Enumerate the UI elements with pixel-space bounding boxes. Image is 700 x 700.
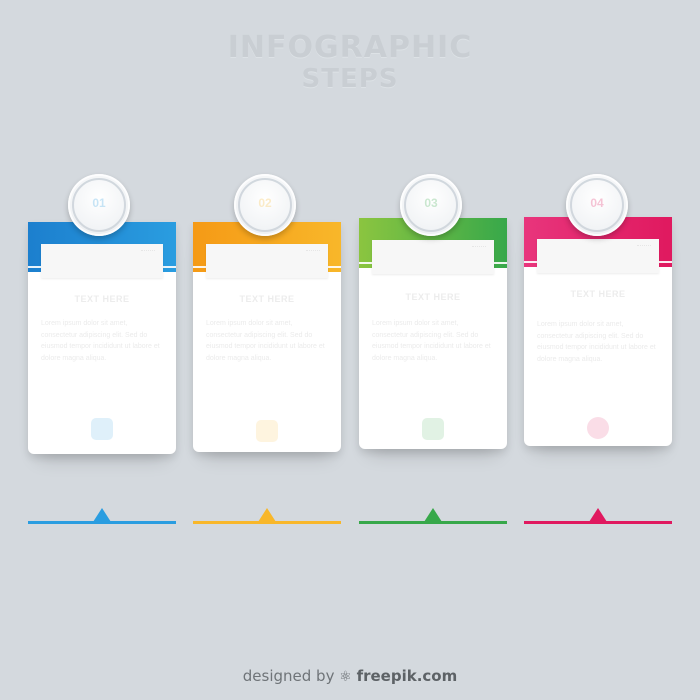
step-pointer-2 [258, 508, 276, 522]
step-title-4: TEXT HERE [570, 289, 626, 299]
infographic-title: INFOGRAPHIC [227, 30, 473, 65]
step-circle-4: 04 [566, 174, 628, 236]
credit-brand: freepik.com [356, 667, 458, 685]
step-card-3: TEXT HERE Lorem ipsum dolor sit amet, co… [359, 218, 507, 449]
step-number-1: 01 [92, 196, 106, 210]
step-label-box-1 [41, 244, 163, 278]
infographic-subtitle: STEPS [301, 64, 399, 94]
step-number-2: 02 [258, 196, 272, 210]
step-circle-2: 02 [234, 174, 296, 236]
step-body-2: Lorem ipsum dolor sit amet, consectetur … [206, 320, 325, 362]
step-number-4: 04 [590, 196, 604, 210]
freepik-logo-icon: ⚛ [339, 669, 352, 685]
step-pointer-3 [424, 508, 442, 522]
step-circle-3: 03 [400, 174, 462, 236]
step-card-1: TEXT HERE Lorem ipsum dolor sit amet, co… [28, 222, 176, 454]
step-number-3: 03 [424, 196, 438, 210]
step-label-box-4 [537, 239, 659, 273]
step-title-3: TEXT HERE [405, 292, 461, 302]
step-body-4: Lorem ipsum dolor sit amet, consectetur … [537, 321, 656, 363]
step-pointer-4 [589, 508, 607, 522]
step-label-box-3 [372, 240, 494, 274]
step-card-2: TEXT HERE Lorem ipsum dolor sit amet, co… [193, 222, 341, 452]
step-pointer-1 [93, 508, 111, 522]
step-card-4: TEXT HERE Lorem ipsum dolor sit amet, co… [524, 217, 672, 446]
document-icon [91, 418, 113, 440]
step-label-box-2 [206, 244, 328, 278]
step-body-3: Lorem ipsum dolor sit amet, consectetur … [372, 320, 491, 362]
credit-footer: designed by ⚛ freepik.com [0, 667, 700, 685]
step-title-2: TEXT HERE [239, 294, 295, 304]
chat-icon [256, 420, 278, 442]
credit-prefix: designed by [242, 667, 335, 685]
cart-icon [422, 418, 444, 440]
step-circle-1: 01 [68, 174, 130, 236]
step-title-1: TEXT HERE [74, 294, 130, 304]
circle-icon [587, 417, 609, 439]
step-body-1: Lorem ipsum dolor sit amet, consectetur … [41, 320, 160, 362]
